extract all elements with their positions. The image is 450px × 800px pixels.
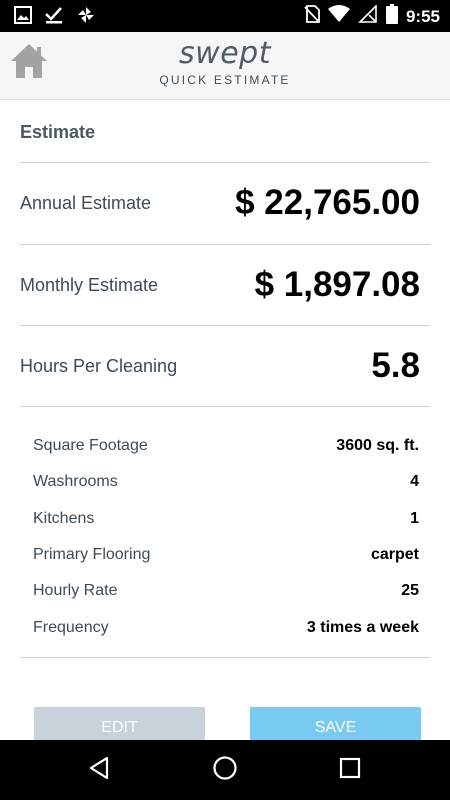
wifi-icon bbox=[327, 5, 350, 28]
status-time: 9:55 bbox=[405, 6, 440, 26]
annual-estimate-row: Annual Estimate $ 22,765.00 bbox=[20, 163, 420, 243]
hours-per-cleaning-row: Hours Per Cleaning 5.8 bbox=[20, 326, 420, 406]
status-bar: 9:55 bbox=[0, 0, 450, 32]
detail-value: carpet bbox=[370, 546, 419, 564]
hours-per-cleaning-value: 5.8 bbox=[371, 346, 420, 385]
monthly-estimate-label: Monthly Estimate bbox=[20, 274, 159, 295]
detail-value: 3600 sq. ft. bbox=[336, 437, 419, 455]
recents-button[interactable] bbox=[334, 754, 366, 786]
annual-estimate-value: $ 22,765.00 bbox=[235, 183, 420, 222]
detail-value: 25 bbox=[401, 582, 419, 600]
estimate-details-list: Square Footage 3600 sq. ft. Washrooms 4 … bbox=[33, 428, 419, 646]
detail-label: Washrooms bbox=[33, 473, 118, 491]
no-sim-icon bbox=[304, 5, 320, 28]
monthly-estimate-row: Monthly Estimate $ 1,897.08 bbox=[20, 245, 420, 325]
back-icon bbox=[88, 756, 110, 785]
navigation-bar bbox=[0, 740, 450, 800]
hours-per-cleaning-label: Hours Per Cleaning bbox=[20, 355, 178, 376]
detail-label: Primary Flooring bbox=[33, 546, 151, 564]
check-download-icon bbox=[44, 5, 64, 30]
app-brand: swept bbox=[179, 36, 271, 71]
battery-icon bbox=[385, 4, 398, 29]
app-header: swept QUICK ESTIMATE bbox=[0, 32, 450, 100]
detail-value: 1 bbox=[410, 509, 419, 527]
detail-value: 4 bbox=[410, 473, 419, 491]
detail-label: Hourly Rate bbox=[33, 582, 118, 600]
list-item: Primary Flooring carpet bbox=[33, 537, 419, 573]
divider bbox=[20, 657, 430, 658]
monthly-estimate-value: $ 1,897.08 bbox=[254, 265, 420, 304]
list-item: Hourly Rate 25 bbox=[33, 573, 419, 609]
list-item: Frequency 3 times a week bbox=[33, 609, 419, 645]
detail-value: 3 times a week bbox=[306, 618, 419, 636]
home-nav-button[interactable] bbox=[209, 754, 241, 786]
detail-label: Square Footage bbox=[33, 437, 148, 455]
cellular-off-icon bbox=[358, 4, 378, 28]
list-item: Kitchens 1 bbox=[33, 501, 419, 537]
recents-icon bbox=[339, 757, 361, 784]
home-circle-icon bbox=[212, 755, 238, 786]
divider bbox=[20, 406, 430, 407]
pinwheel-icon bbox=[76, 5, 96, 30]
page-subtitle: QUICK ESTIMATE bbox=[159, 73, 291, 87]
back-button[interactable] bbox=[83, 754, 115, 786]
image-icon bbox=[14, 6, 32, 29]
annual-estimate-label: Annual Estimate bbox=[20, 192, 152, 213]
detail-label: Frequency bbox=[33, 618, 109, 636]
detail-label: Kitchens bbox=[33, 509, 95, 527]
list-item: Square Footage 3600 sq. ft. bbox=[33, 428, 419, 464]
list-item: Washrooms 4 bbox=[33, 464, 419, 500]
section-title: Estimate bbox=[20, 122, 96, 142]
